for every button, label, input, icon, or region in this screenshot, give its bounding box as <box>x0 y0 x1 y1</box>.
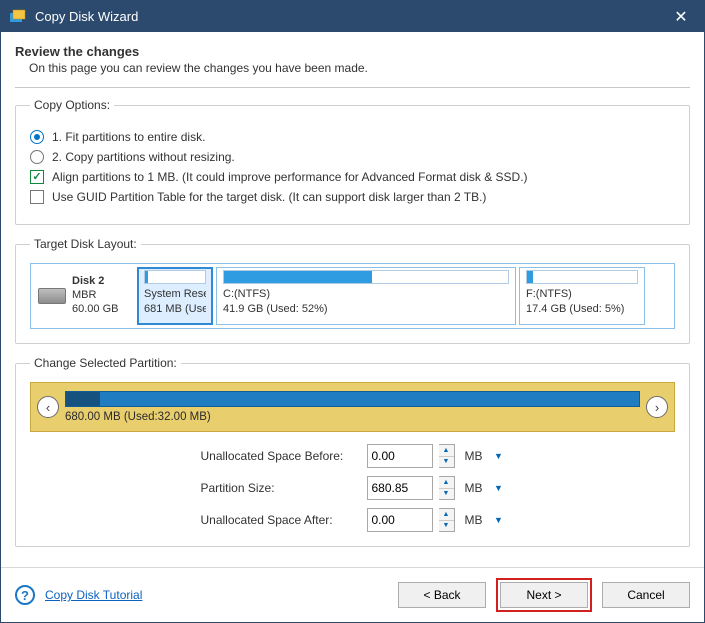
unit-dropdown-icon[interactable]: ▼ <box>493 450 505 462</box>
partition-size-summary: 680.00 MB (Used:32.00 MB) <box>65 411 640 423</box>
partition-size-label: Partition Size: <box>201 481 361 495</box>
app-icon <box>9 8 27 26</box>
checkbox-align-partitions[interactable] <box>30 170 44 184</box>
unallocated-before-input[interactable] <box>367 444 433 468</box>
partition-label: C:(NTFS) <box>223 287 509 302</box>
partition-sublabel: 681 MB (Used <box>144 302 206 317</box>
disk-layout: Disk 2 MBR 60.00 GB System Reser 681 MB … <box>30 263 675 329</box>
page-subheading: On this page you can review the changes … <box>29 61 690 75</box>
checkbox-align-partitions-label: Align partitions to 1 MB. (It could impr… <box>52 170 528 184</box>
partition-label: F:(NTFS) <box>526 287 638 302</box>
target-disk-layout-group: Target Disk Layout: Disk 2 MBR 60.00 GB … <box>15 237 690 344</box>
change-selected-partition-group: Change Selected Partition: ‹ 680.00 MB (… <box>15 356 690 547</box>
partition-f[interactable]: F:(NTFS) 17.4 GB (Used: 5%) <box>519 267 645 325</box>
spinner-down-icon[interactable]: ▼ <box>439 457 454 468</box>
disk-icon <box>38 288 66 304</box>
cancel-button[interactable]: Cancel <box>602 582 690 608</box>
unit-label: MB <box>465 513 483 527</box>
unallocated-before-label: Unallocated Space Before: <box>201 449 361 463</box>
partition-size-bar[interactable] <box>65 391 640 407</box>
partition-size-spinner[interactable]: ▲▼ <box>439 476 455 500</box>
page-heading: Review the changes <box>15 44 690 59</box>
copy-options-legend: Copy Options: <box>30 98 114 112</box>
copy-options-group: Copy Options: 1. Fit partitions to entir… <box>15 98 690 225</box>
unit-dropdown-icon[interactable]: ▼ <box>493 482 505 494</box>
content-area: Review the changes On this page you can … <box>1 32 704 567</box>
radio-fit-partitions-label: 1. Fit partitions to entire disk. <box>52 130 205 144</box>
disk-info: Disk 2 MBR 60.00 GB <box>34 267 134 325</box>
checkbox-use-guid[interactable] <box>30 190 44 204</box>
radio-copy-without-resize[interactable] <box>30 150 44 164</box>
partition-size-input[interactable] <box>367 476 433 500</box>
disk-type: MBR <box>72 289 118 303</box>
nav-left-icon[interactable]: ‹ <box>37 396 59 418</box>
back-button[interactable]: < Back <box>398 582 486 608</box>
partition-c[interactable]: C:(NTFS) 41.9 GB (Used: 52%) <box>216 267 516 325</box>
disk-size: 60.00 GB <box>72 303 118 317</box>
disk-text: Disk 2 MBR 60.00 GB <box>72 275 118 316</box>
close-icon[interactable]: ✕ <box>666 7 696 27</box>
unallocated-after-input[interactable] <box>367 508 433 532</box>
radio-copy-without-resize-label: 2. Copy partitions without resizing. <box>52 150 235 164</box>
partition-label: System Reser <box>144 287 206 302</box>
unit-label: MB <box>465 481 483 495</box>
copy-disk-tutorial-link[interactable]: Copy Disk Tutorial <box>45 588 142 602</box>
checkbox-use-guid-label: Use GUID Partition Table for the target … <box>52 190 486 204</box>
window: Copy Disk Wizard ✕ Review the changes On… <box>0 0 705 623</box>
window-title: Copy Disk Wizard <box>35 9 666 24</box>
spinner-up-icon[interactable]: ▲ <box>439 445 454 457</box>
target-disk-layout-legend: Target Disk Layout: <box>30 237 141 251</box>
radio-fit-partitions[interactable] <box>30 130 44 144</box>
partition-sublabel: 17.4 GB (Used: 5%) <box>526 302 638 317</box>
spinner-down-icon[interactable]: ▼ <box>439 489 454 500</box>
unallocated-after-spinner[interactable]: ▲▼ <box>439 508 455 532</box>
disk-name: Disk 2 <box>72 275 118 289</box>
partition-form: Unallocated Space Before: ▲▼ MB ▼ Partit… <box>30 444 675 532</box>
titlebar: Copy Disk Wizard ✕ <box>1 1 704 32</box>
help-icon[interactable]: ? <box>15 585 35 605</box>
divider <box>15 87 690 88</box>
partition-sublabel: 41.9 GB (Used: 52%) <box>223 302 509 317</box>
change-selected-partition-legend: Change Selected Partition: <box>30 356 181 370</box>
unit-dropdown-icon[interactable]: ▼ <box>493 514 505 526</box>
footer: ? Copy Disk Tutorial < Back Next > Cance… <box>1 567 704 622</box>
partition-size-slider[interactable]: ‹ 680.00 MB (Used:32.00 MB) › <box>30 382 675 432</box>
next-button[interactable]: Next > <box>500 582 588 608</box>
spinner-up-icon[interactable]: ▲ <box>439 509 454 521</box>
spinner-up-icon[interactable]: ▲ <box>439 477 454 489</box>
unallocated-after-label: Unallocated Space After: <box>201 513 361 527</box>
unit-label: MB <box>465 449 483 463</box>
partition-system-reserved[interactable]: System Reser 681 MB (Used <box>137 267 213 325</box>
nav-right-icon[interactable]: › <box>646 396 668 418</box>
unallocated-before-spinner[interactable]: ▲▼ <box>439 444 455 468</box>
next-button-highlight: Next > <box>496 578 592 612</box>
spinner-down-icon[interactable]: ▼ <box>439 521 454 532</box>
